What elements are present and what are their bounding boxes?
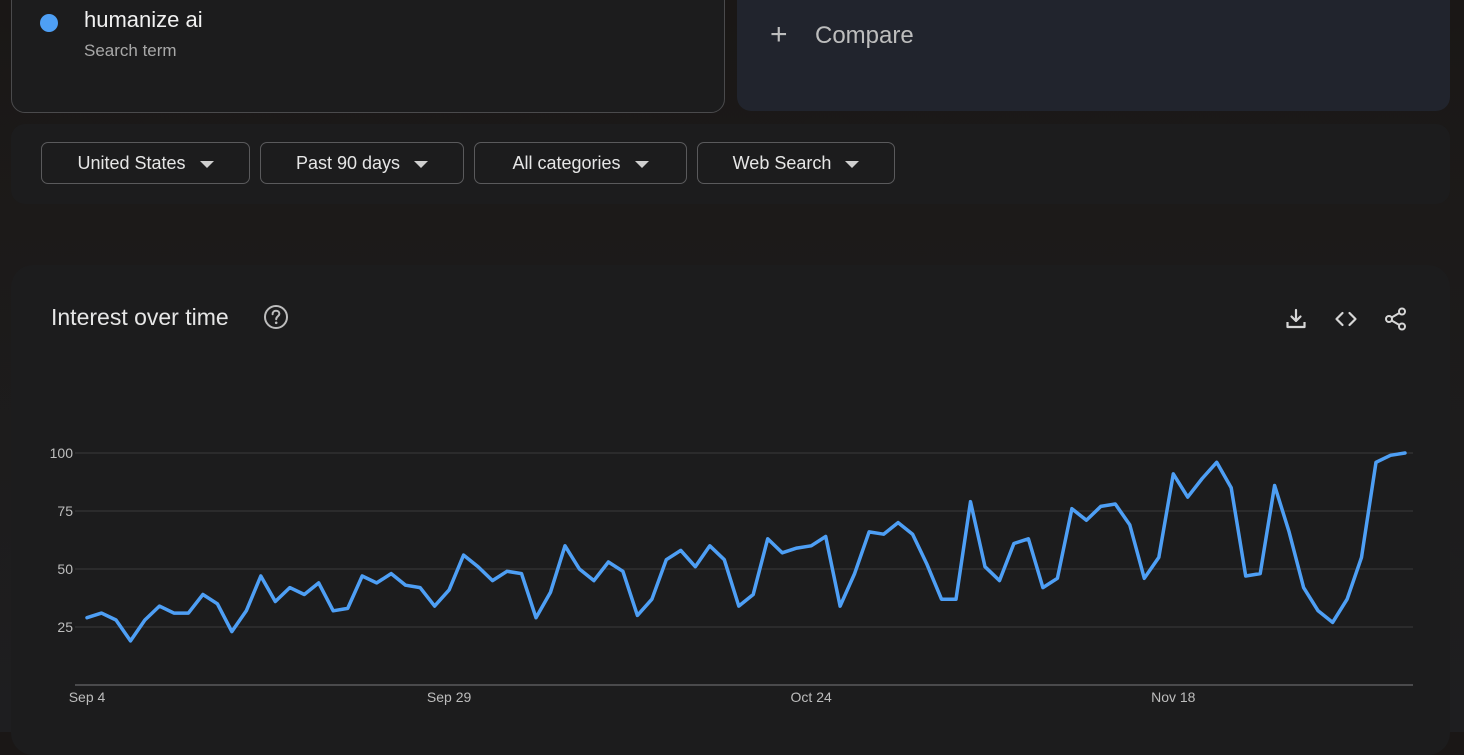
chevron-down-icon [634,160,649,168]
y-tick-label: 100 [50,445,74,461]
region-dropdown-label: United States [77,152,186,173]
compare-button[interactable]: + Compare [737,0,1450,111]
time-range-dropdown[interactable]: Past 90 days [260,142,464,184]
series-line [85,451,1407,643]
chevron-down-icon [845,160,860,168]
search-term-subtitle: Search term [84,41,177,60]
interest-line-chart: 100 75 50 25 Sep 4 Sep 29 Oct 24 Nov 18 [50,445,1413,705]
category-dropdown-label: All categories [512,152,621,173]
category-dropdown[interactable]: All categories [474,142,687,184]
filter-bar: United States Past 90 days All categorie… [11,124,1450,204]
x-tick-label: Sep 29 [427,689,472,705]
search-type-dropdown[interactable]: Web Search [697,142,895,184]
chevron-down-icon [199,160,214,168]
interest-over-time-card: Interest over time 100 75 50 25 Sep 4 Sep 29 O… [11,265,1450,755]
y-tick-label: 75 [57,503,73,519]
search-term-title: humanize ai [84,7,203,32]
plus-icon: + [770,18,788,51]
compare-label: Compare [815,22,914,49]
search-type-dropdown-label: Web Search [732,152,832,173]
x-tick-label: Oct 24 [791,689,832,705]
series-color-dot [40,14,58,32]
time-range-dropdown-label: Past 90 days [295,152,401,173]
y-tick-label: 25 [57,619,73,635]
x-tick-label: Sep 4 [69,689,106,705]
region-dropdown[interactable]: United States [41,142,250,184]
y-tick-label: 50 [57,561,73,577]
x-tick-label: Nov 18 [1151,689,1196,705]
chevron-down-icon [414,160,429,168]
search-term-card[interactable]: humanize ai Search term [11,0,725,113]
